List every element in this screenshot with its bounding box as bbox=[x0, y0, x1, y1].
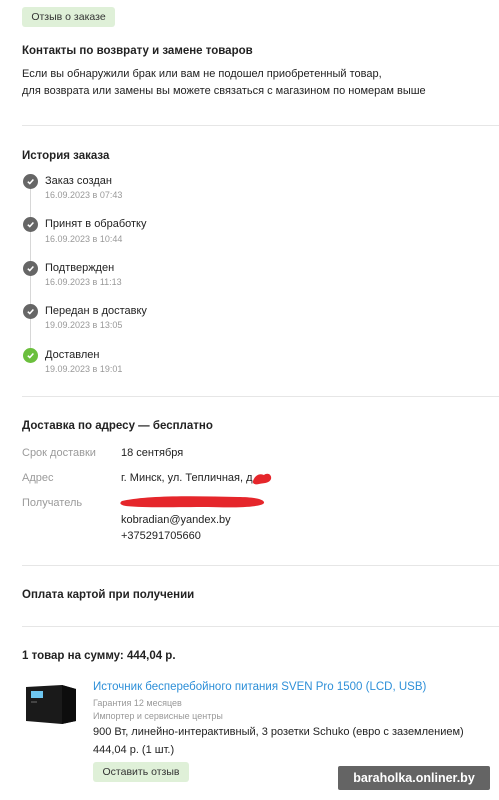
delivery-title: Доставка по адресу — бесплатно bbox=[22, 420, 213, 432]
history-item-label: Передан в доставку bbox=[45, 305, 147, 317]
product-warranty: Гарантия 12 месяцев bbox=[93, 698, 182, 708]
watermark: baraholka.onliner.by bbox=[338, 766, 490, 790]
returns-title: Контакты по возврату и замене товаров bbox=[22, 45, 253, 57]
recipient-email: kobradian@yandex.by bbox=[121, 514, 231, 526]
check-icon bbox=[23, 217, 38, 232]
history-item-label: Доставлен bbox=[45, 349, 100, 361]
divider bbox=[22, 626, 499, 627]
history-item-time: 16.09.2023 в 11:13 bbox=[45, 277, 122, 287]
redaction-mark bbox=[120, 496, 265, 508]
redaction-mark bbox=[252, 473, 272, 485]
returns-text-line1: Если вы обнаружили брак или вам не подош… bbox=[22, 68, 382, 80]
divider bbox=[22, 565, 499, 566]
leave-review-button[interactable]: Оставить отзыв bbox=[93, 762, 189, 782]
product-importer[interactable]: Импортер и сервисные центры bbox=[93, 711, 223, 721]
product-image[interactable] bbox=[22, 681, 78, 725]
check-icon bbox=[23, 261, 38, 276]
delivery-term-label: Срок доставки bbox=[22, 447, 96, 459]
address-label: Адрес bbox=[22, 472, 54, 484]
payment-title: Оплата картой при получении bbox=[22, 589, 195, 601]
delivery-term-value: 18 сентября bbox=[121, 447, 184, 459]
order-summary: 1 товар на сумму: 444,04 р. bbox=[22, 650, 176, 662]
history-item-label: Подтвержден bbox=[45, 262, 115, 274]
divider bbox=[22, 396, 499, 397]
history-item-time: 19.09.2023 в 19:01 bbox=[45, 364, 123, 374]
product-name-link[interactable]: Источник бесперебойного питания SVEN Pro… bbox=[93, 681, 426, 693]
history-title: История заказа bbox=[22, 150, 110, 162]
check-icon bbox=[23, 174, 38, 189]
history-item-time: 19.09.2023 в 13:05 bbox=[45, 320, 123, 330]
order-review-button[interactable]: Отзыв о заказе bbox=[22, 7, 115, 27]
product-price: 444,04 р. (1 шт.) bbox=[93, 744, 175, 756]
history-item-time: 16.09.2023 в 07:43 bbox=[45, 190, 123, 200]
check-icon bbox=[23, 304, 38, 319]
product-description: 900 Вт, линейно-интерактивный, 3 розетки… bbox=[93, 726, 464, 738]
returns-text-line2: для возврата или замены вы можете связат… bbox=[22, 85, 426, 97]
history-item-time: 16.09.2023 в 10:44 bbox=[45, 234, 123, 244]
recipient-phone: +375291705660 bbox=[121, 530, 201, 542]
address-value: г. Минск, ул. Тепличная, д. bbox=[121, 472, 256, 484]
recipient-label: Получатель bbox=[22, 497, 83, 509]
divider bbox=[22, 125, 499, 126]
history-item-label: Принят в обработку bbox=[45, 218, 147, 230]
history-item-label: Заказ создан bbox=[45, 175, 112, 187]
check-icon bbox=[23, 348, 38, 363]
